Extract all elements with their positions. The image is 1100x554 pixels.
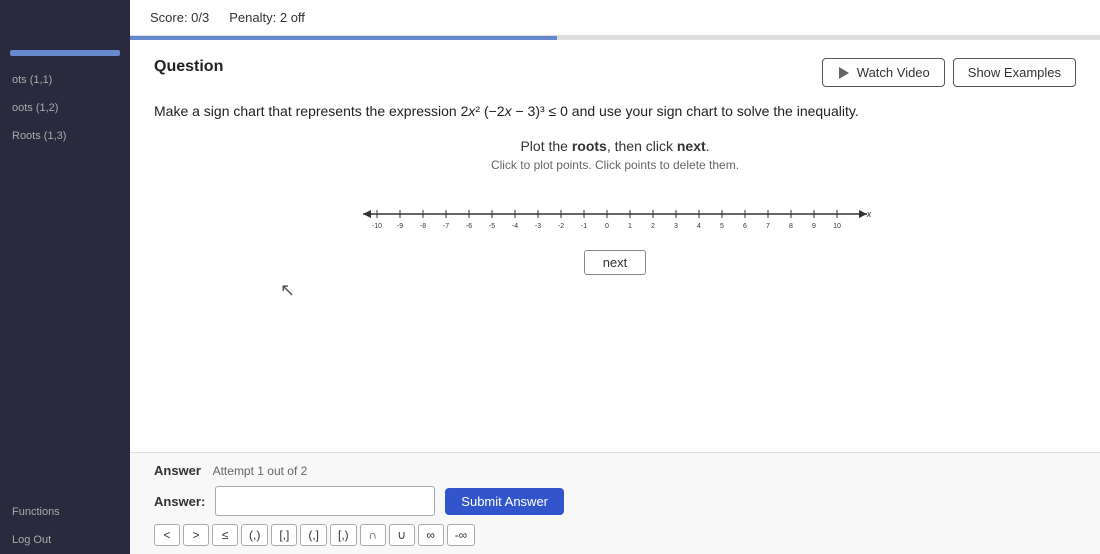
number-line-svg[interactable]: -10 -9 -8 -7 -6 -5 <box>355 198 875 234</box>
answer-header: Answer Attempt 1 out of 2 <box>154 463 1076 478</box>
symbol-union[interactable]: ∪ <box>389 524 415 546</box>
svg-text:7: 7 <box>766 223 770 230</box>
svg-text:-1: -1 <box>581 223 587 230</box>
answer-section: Answer Attempt 1 out of 2 Answer: Submit… <box>130 452 1100 554</box>
svg-text:3: 3 <box>674 223 678 230</box>
symbol-leq[interactable]: ≤ <box>212 524 238 546</box>
symbol-closed-interval[interactable]: [,] <box>271 524 297 546</box>
svg-text:-3: -3 <box>535 223 541 230</box>
sidebar-spacer <box>0 150 130 498</box>
symbol-row: < > ≤ (,) [,] (,] [,) ∩ ∪ ∞ -∞ <box>154 524 1076 546</box>
answer-header-label: Answer <box>154 463 201 478</box>
progress-line <box>130 36 1100 40</box>
sidebar-item-ots11[interactable]: ots (1,1) <box>0 66 130 94</box>
next-button[interactable]: next <box>584 250 647 275</box>
play-icon <box>837 66 851 80</box>
svg-text:-10: -10 <box>372 223 382 230</box>
answer-row: Answer: Submit Answer <box>154 486 1076 516</box>
sidebar-item-logout[interactable]: Log Out <box>0 526 130 554</box>
instruction-main: Plot the roots, then click next. <box>154 138 1076 154</box>
svg-text:-5: -5 <box>489 223 495 230</box>
question-header: Question Watch Video Show Examples <box>154 58 1076 87</box>
show-examples-button[interactable]: Show Examples <box>953 58 1076 87</box>
symbol-lt[interactable]: < <box>154 524 180 546</box>
sidebar-item-oots12[interactable]: oots (1,2) <box>0 94 130 122</box>
attempt-label: Attempt 1 out of 2 <box>213 464 308 478</box>
svg-text:-7: -7 <box>443 223 449 230</box>
symbol-gt[interactable]: > <box>183 524 209 546</box>
symbol-infinity[interactable]: ∞ <box>418 524 444 546</box>
svg-text:5: 5 <box>720 223 724 230</box>
svg-text:0: 0 <box>605 223 609 230</box>
svg-text:8: 8 <box>789 223 793 230</box>
submit-answer-button[interactable]: Submit Answer <box>445 488 564 515</box>
svg-text:1: 1 <box>628 223 632 230</box>
svg-text:-8: -8 <box>420 223 426 230</box>
question-area: Question Watch Video Show Examples Make … <box>130 40 1100 452</box>
symbol-intersection[interactable]: ∩ <box>360 524 386 546</box>
watch-video-button[interactable]: Watch Video <box>822 58 945 87</box>
svg-text:-4: -4 <box>512 223 518 230</box>
svg-text:-6: -6 <box>466 223 472 230</box>
symbol-half-open-right[interactable]: (,] <box>300 524 327 546</box>
sidebar: ots (1,1) oots (1,2) Roots (1,3) Functio… <box>0 0 130 554</box>
sidebar-progress-bar <box>10 50 120 56</box>
instruction-sub: Click to plot points. Click points to de… <box>154 158 1076 172</box>
svg-text:-9: -9 <box>397 223 403 230</box>
penalty-label: Penalty: 2 off <box>229 10 305 25</box>
svg-text:x: x <box>866 209 872 219</box>
svg-text:9: 9 <box>812 223 816 230</box>
question-label: Question <box>154 58 223 76</box>
number-line-container[interactable]: -10 -9 -8 -7 -6 -5 <box>154 198 1076 234</box>
svg-text:4: 4 <box>697 223 701 230</box>
watch-video-label: Watch Video <box>857 65 930 80</box>
next-btn-container: next <box>154 250 1076 275</box>
svg-text:2: 2 <box>651 223 655 230</box>
sidebar-item-roots13[interactable]: Roots (1,3) <box>0 122 130 150</box>
score-label: Score: 0/3 <box>150 10 209 25</box>
main-content: Score: 0/3 Penalty: 2 off Question Watch… <box>130 0 1100 554</box>
svg-text:6: 6 <box>743 223 747 230</box>
score-bar: Score: 0/3 Penalty: 2 off <box>130 0 1100 36</box>
question-text: Make a sign chart that represents the ex… <box>154 101 1076 122</box>
svg-text:-2: -2 <box>558 223 564 230</box>
symbol-half-open-left[interactable]: [,) <box>330 524 357 546</box>
answer-label: Answer: <box>154 494 205 509</box>
header-buttons: Watch Video Show Examples <box>822 58 1076 87</box>
symbol-open-interval[interactable]: (,) <box>241 524 268 546</box>
svg-text:10: 10 <box>833 223 841 230</box>
sidebar-item-functions[interactable]: Functions <box>0 498 130 526</box>
symbol-neg-infinity[interactable]: -∞ <box>447 524 476 546</box>
answer-input[interactable] <box>215 486 435 516</box>
